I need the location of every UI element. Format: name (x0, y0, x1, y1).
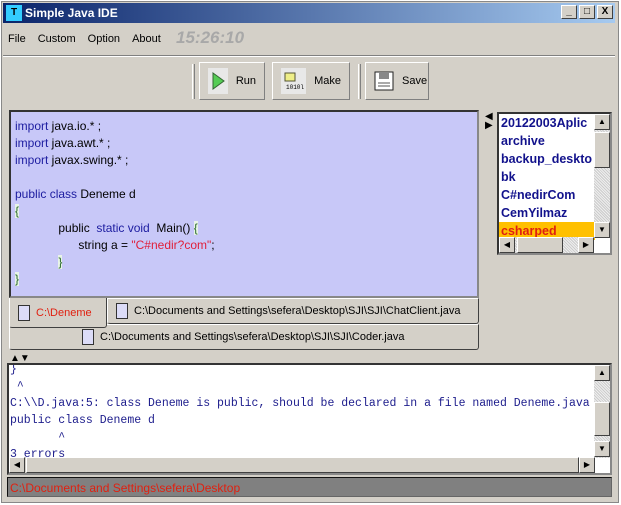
divider (3, 55, 615, 57)
menu-bar: File Custom Option About (8, 30, 161, 48)
maximize-button[interactable]: □ (579, 5, 595, 19)
code-token: Main() (149, 221, 194, 235)
scroll-up-button[interactable]: ▲ (594, 365, 610, 381)
menu-file[interactable]: File (8, 33, 26, 45)
code-line: } (15, 254, 473, 271)
save-label: Save (402, 75, 428, 87)
code-token: public class (15, 187, 78, 201)
code-token: import (15, 136, 49, 150)
tab-label: C:\Documents and Settings\sefera\Desktop… (134, 305, 461, 317)
tab-deneme[interactable]: C:\Deneme (9, 298, 107, 328)
splitter-arrows[interactable]: ▲▼ (10, 354, 30, 364)
scroll-down-button[interactable]: ▼ (594, 222, 610, 238)
editor-tabs: C:\Deneme C:\Documents and Settings\sefe… (9, 298, 479, 352)
code-token: Deneme d (77, 187, 136, 201)
code-token: ; (211, 238, 215, 252)
code-line: import java.io.* ; (15, 118, 473, 135)
console-line: ^ (10, 380, 24, 393)
tab-chatclient[interactable]: C:\Documents and Settings\sefera\Desktop… (107, 298, 479, 324)
code-token: { (193, 221, 198, 235)
code-token: "C#nedir?com" (131, 238, 212, 252)
code-token: } (15, 272, 20, 286)
compile-icon: 1010l (281, 68, 307, 94)
scroll-right-button[interactable]: ▶ (578, 237, 594, 253)
tab-label: C:\Deneme (36, 306, 92, 319)
menu-about[interactable]: About (132, 33, 161, 45)
code-token: static void (96, 221, 150, 235)
document-icon (82, 329, 94, 345)
code-token: import (15, 119, 49, 133)
status-bar: C:\Documents and Settings\sefera\Desktop (7, 477, 612, 497)
scroll-left-button[interactable]: ◀ (499, 237, 515, 253)
scroll-thumb[interactable] (517, 237, 563, 253)
code-token: } (58, 255, 63, 269)
code-token: javax.swing.* ; (48, 153, 129, 167)
list-item[interactable]: archive (499, 132, 595, 150)
minimize-button[interactable]: _ (561, 5, 577, 19)
list-item[interactable]: 20122003Aplic (499, 114, 595, 132)
code-line: string a = "C#nedir?com"; (15, 237, 473, 254)
window-title: Simple Java IDE (25, 6, 118, 20)
close-button[interactable]: X (597, 5, 613, 19)
collapse-arrows[interactable]: ◀ ▶ (485, 112, 493, 131)
play-icon (208, 68, 228, 94)
code-line: import java.awt.* ; (15, 135, 473, 152)
file-list: 20122003Aplic archive backup_deskto bk C#ned… (497, 112, 612, 255)
code-token: public (15, 221, 97, 235)
scroll-thumb[interactable] (594, 402, 610, 436)
save-button[interactable]: Save (365, 62, 429, 100)
clock: 15:26:10 (176, 28, 245, 47)
console-line: ^ (10, 431, 66, 444)
code-line: import javax.swing.* ; (15, 152, 473, 169)
code-line: { (15, 203, 473, 220)
list-item[interactable]: CemYilmaz (499, 204, 595, 222)
title-bar: T Simple Java IDE _ □ X (3, 3, 615, 23)
list-item[interactable]: bk (499, 168, 595, 186)
code-token: import (15, 153, 49, 167)
menu-custom[interactable]: Custom (38, 33, 76, 45)
svg-text:1010l: 1010l (286, 84, 304, 90)
code-token: { (15, 204, 20, 218)
code-token: string a = (15, 238, 132, 252)
list-item[interactable]: C#nedirCom (499, 186, 595, 204)
run-button[interactable]: Run (199, 62, 265, 100)
make-label: Make (314, 75, 341, 87)
code-line: public static void Main() { (15, 220, 473, 237)
make-button[interactable]: 1010l Make (272, 62, 350, 100)
toolbar-grip (358, 64, 361, 99)
toolbar-grip (192, 64, 195, 99)
list-item[interactable]: backup_deskto (499, 150, 595, 168)
code-token: java.io.* ; (48, 119, 102, 133)
scroll-left-button[interactable]: ◀ (9, 457, 25, 473)
scroll-thumb[interactable] (594, 132, 610, 168)
document-icon (18, 304, 30, 321)
scroll-up-button[interactable]: ▲ (594, 114, 610, 130)
document-icon (116, 303, 128, 319)
code-line: public class Deneme d (15, 186, 473, 203)
code-line: } (15, 271, 473, 288)
floppy-disk-icon (374, 68, 394, 94)
console-line: } (10, 363, 17, 376)
scroll-down-button[interactable]: ▼ (594, 441, 610, 457)
run-label: Run (235, 75, 256, 87)
tab-label: C:\Documents and Settings\sefera\Desktop… (100, 331, 405, 343)
code-editor[interactable]: import java.io.* ; import java.awt.* ; imp… (9, 110, 479, 298)
scroll-thumb[interactable] (26, 457, 579, 473)
scroll-right-button[interactable]: ▶ (579, 457, 595, 473)
console-line: public class Deneme d (10, 414, 155, 427)
code-token: java.awt.* ; (48, 136, 111, 150)
console-line: C:\\D.java:5: class Deneme is public, sh… (10, 397, 590, 410)
app-icon: T (6, 5, 22, 21)
menu-option[interactable]: Option (88, 33, 120, 45)
